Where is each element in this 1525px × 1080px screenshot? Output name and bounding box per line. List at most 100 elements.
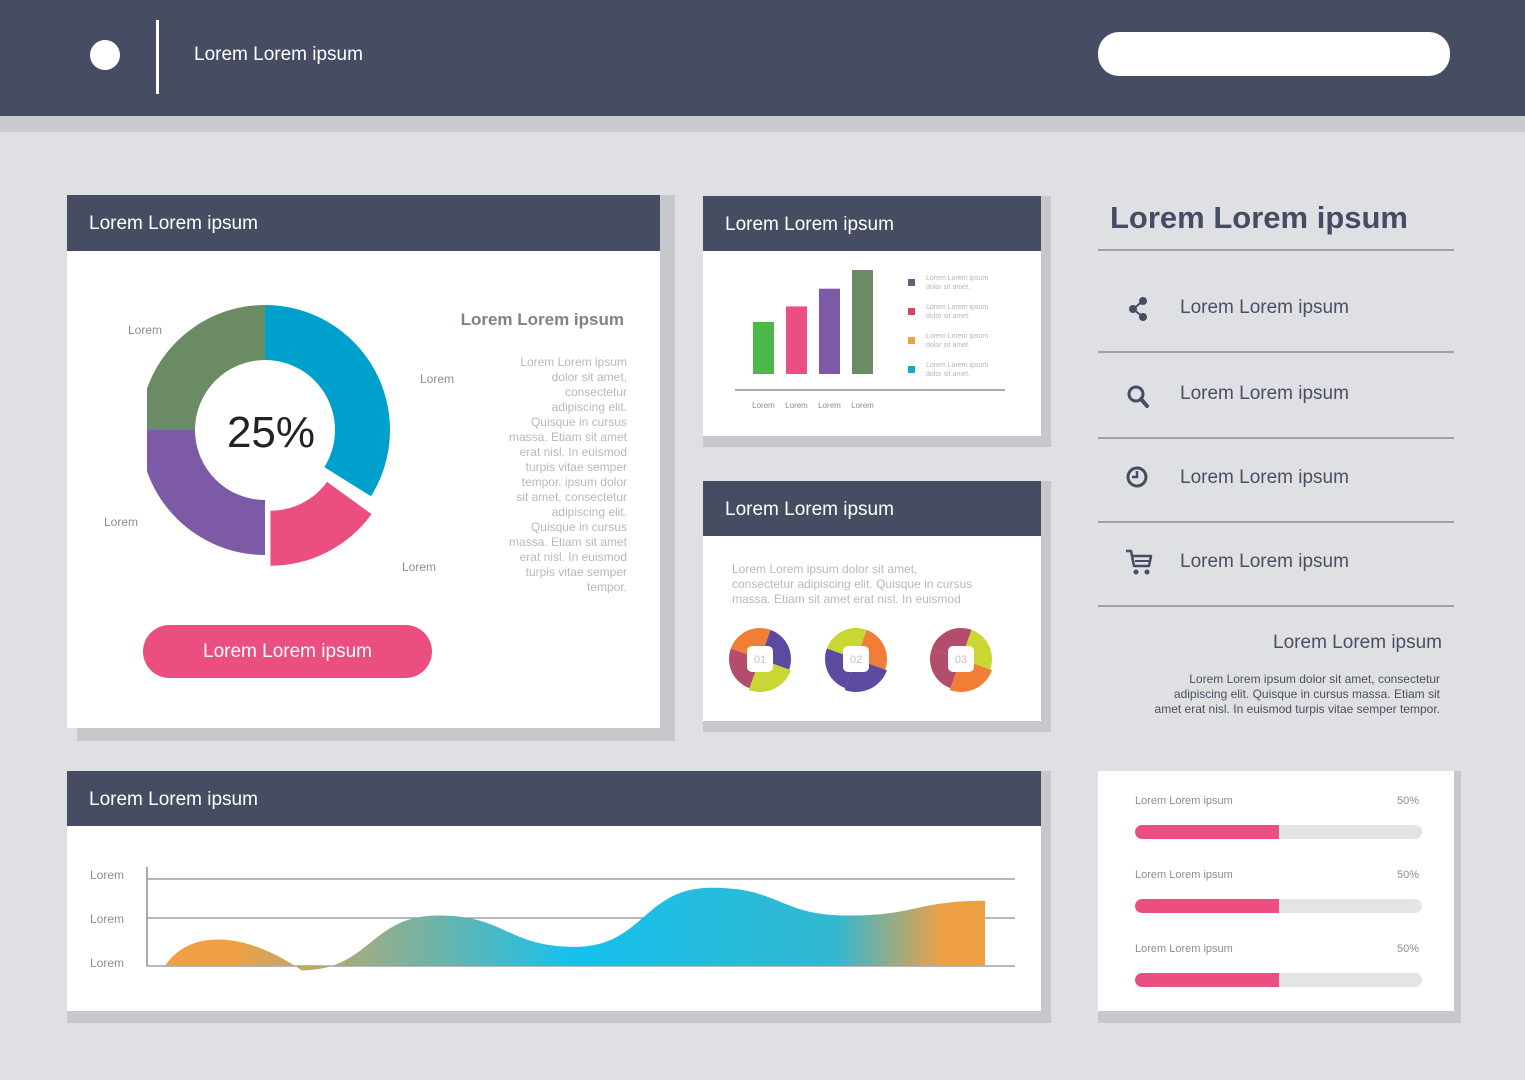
side-sub-title: Lorem Lorem ipsum — [1273, 632, 1442, 653]
text-line: massa. Etiam sit amet — [508, 430, 627, 444]
progress-label: Lorem Lorem ipsum — [1135, 943, 1233, 955]
text-line: erat nisl. In euismod — [519, 550, 627, 564]
bar-x-label: Lorem — [785, 401, 808, 410]
text-line: adipiscing elit. — [551, 505, 627, 519]
app-title: Lorem Lorem ipsum — [194, 44, 363, 65]
legend-swatch — [908, 279, 915, 286]
bar-legend: Lorem Lorem ipsum dolor sit amet. Lorem L… — [908, 274, 1018, 384]
text-line: massa. Etiam sit amet — [508, 535, 627, 549]
progress-fill — [1135, 973, 1279, 987]
legend-text: Lorem Lorem ipsum dolor sit amet. — [926, 304, 989, 320]
area-series — [165, 887, 985, 971]
card-header: Lorem Lorem ipsum — [703, 481, 1041, 536]
primary-button[interactable]: Lorem Lorem ipsum — [143, 625, 432, 678]
divider — [1098, 249, 1454, 251]
donut-slice — [265, 305, 390, 497]
progress-percent: 50% — [1397, 869, 1420, 881]
bar-x-label: Lorem — [752, 401, 775, 410]
logo-dot-icon[interactable] — [90, 40, 120, 70]
donut-slice — [270, 481, 372, 566]
bar-x-label: Lorem — [818, 401, 841, 410]
step-number: 03 — [955, 654, 967, 666]
y-axis-label: Lorem — [90, 912, 125, 926]
bar-card: Lorem Lorem ipsum Lorem Lorem Lorem Lorem L… — [703, 196, 1041, 436]
header-divider — [156, 20, 159, 94]
progress-card: Lorem Lorem ipsum 50% Lorem Lorem ipsum 50%… — [1098, 771, 1454, 1011]
search-icon — [1127, 385, 1149, 408]
cart-icon — [1126, 549, 1153, 575]
y-axis-label: Lorem — [90, 868, 125, 882]
legend-swatch — [908, 366, 915, 373]
legend-item: Lorem Lorem ipsum dolor sit amet. — [908, 303, 1018, 323]
steps-card: Lorem Lorem ipsum Lorem Lorem ipsum dolo… — [703, 481, 1041, 721]
text-line: consectetur adipiscing elit. Quisque in … — [732, 577, 973, 591]
side-paragraph: Lorem Lorem ipsum dolor sit amet, consec… — [1100, 672, 1440, 717]
progress-fill — [1135, 899, 1279, 913]
donut-label: Lorem — [420, 372, 455, 386]
step-number: 01 — [754, 654, 766, 666]
progress-track — [1135, 899, 1422, 913]
menu-item-search[interactable]: Lorem Lorem ipsum — [1098, 353, 1454, 439]
card-title: Lorem Lorem ipsum — [725, 499, 894, 520]
text-line: turpis vitae semper — [525, 460, 627, 474]
legend-item: Lorem Lorem ipsum dolor sit amet. — [908, 332, 1018, 352]
step-circle[interactable]: 02 — [825, 628, 888, 692]
card-header: Lorem Lorem ipsum — [67, 771, 1041, 826]
progress-track — [1135, 973, 1422, 987]
y-axis-label: Lorem — [90, 956, 125, 970]
share-icon — [1129, 297, 1147, 321]
step-circle[interactable]: 01 — [729, 628, 792, 692]
search-input[interactable] — [1098, 32, 1450, 76]
donut-label: Lorem — [128, 323, 163, 337]
progress-label: Lorem Lorem ipsum — [1135, 795, 1233, 807]
text-line: Quisque in cursus — [530, 415, 627, 429]
step-circle[interactable]: 03 — [930, 628, 993, 692]
steps-paragraph: Lorem Lorem ipsum dolor sit amet, consect… — [732, 562, 1032, 607]
header-shadow — [0, 116, 1525, 132]
text-line: Lorem Lorem ipsum — [520, 355, 627, 369]
progress-percent: 50% — [1397, 795, 1420, 807]
menu-item-label: Lorem Lorem ipsum — [1180, 383, 1349, 404]
bar — [819, 288, 840, 374]
clock-icon — [1126, 466, 1148, 488]
bar — [786, 306, 807, 374]
legend-item: Lorem Lorem ipsum dolor sit amet. — [908, 274, 1018, 294]
menu-item-share[interactable]: Lorem Lorem ipsum — [1098, 267, 1454, 353]
step-number: 02 — [850, 654, 862, 666]
legend-swatch — [908, 337, 915, 344]
donut-center-value: 25% — [227, 408, 315, 457]
side-title: Lorem Lorem ipsum — [460, 310, 624, 329]
legend-swatch — [908, 308, 915, 315]
menu-item-cart[interactable]: Lorem Lorem ipsum — [1098, 521, 1454, 607]
text-line: adipiscing elit. — [551, 400, 627, 414]
bar — [753, 322, 774, 374]
card-title: Lorem Lorem ipsum — [89, 213, 258, 234]
area-chart — [146, 867, 1015, 971]
card-title: Lorem Lorem ipsum — [725, 214, 894, 235]
text-line: Lorem Lorem ipsum dolor sit amet, — [732, 562, 918, 576]
donut-label: Lorem — [104, 515, 139, 529]
legend-text: Lorem Lorem ipsum dolor sit amet. — [926, 275, 989, 291]
text-line: amet erat nisl. In euismod turpis vitae … — [1154, 702, 1440, 716]
menu-item-clock[interactable]: Lorem Lorem ipsum — [1098, 437, 1454, 523]
text-line: erat nisl. In euismod — [519, 445, 627, 459]
legend-text: Lorem Lorem ipsum dolor sit amet. — [926, 362, 989, 378]
progress-track — [1135, 825, 1422, 839]
text-line: consectetur — [564, 385, 627, 399]
menu-item-label: Lorem Lorem ipsum — [1180, 297, 1349, 318]
side-panel-title: Lorem Lorem ipsum — [1110, 200, 1408, 235]
card-title: Lorem Lorem ipsum — [89, 789, 258, 810]
card-header: Lorem Lorem ipsum — [703, 196, 1041, 251]
text-line: Quisque in cursus — [530, 520, 627, 534]
bar-x-label: Lorem — [851, 401, 874, 410]
progress-label: Lorem Lorem ipsum — [1135, 869, 1233, 881]
card-header: Lorem Lorem ipsum — [67, 195, 660, 251]
menu-item-label: Lorem Lorem ipsum — [1180, 551, 1349, 572]
side-paragraph: Lorem Lorem ipsum dolor sit amet, consecte… — [467, 355, 627, 595]
text-line: turpis vitae semper — [525, 565, 627, 579]
progress-percent: 50% — [1397, 943, 1420, 955]
text-line: dolor sit amet, — [551, 370, 627, 384]
step-circles: 01 02 03 — [729, 628, 993, 692]
donut-card: Lorem Lorem ipsum 25% Lorem Lorem Lorem … — [67, 195, 660, 728]
text-line: massa. Etiam sit amet erat nisl. In euis… — [732, 592, 961, 606]
